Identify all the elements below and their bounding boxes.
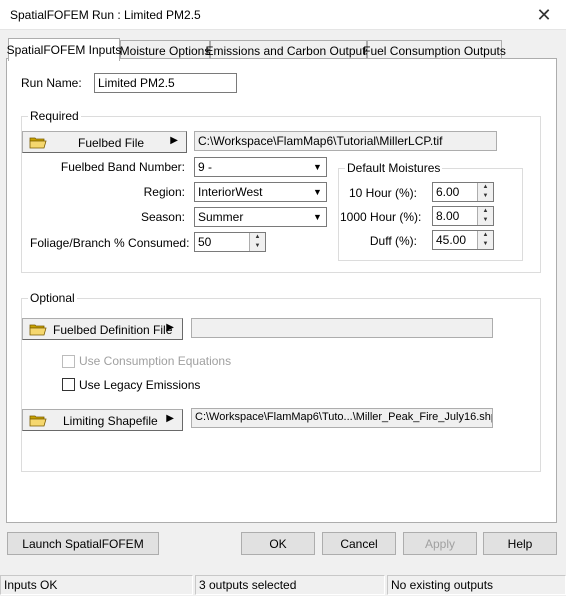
run-name-input[interactable]: Limited PM2.5 (94, 73, 237, 93)
tab-spatialfofem-inputs[interactable]: SpatialFOFEM Inputs (7, 38, 121, 61)
default-moistures-legend: Default Moistures (345, 161, 443, 175)
band-number-select[interactable]: 9 - ▼ (194, 157, 327, 177)
ok-button[interactable]: OK (241, 532, 315, 555)
fuelbed-definition-button[interactable]: Fuelbed Definition File ▶ (22, 318, 183, 340)
use-legacy-label: Use Legacy Emissions (79, 378, 201, 392)
chevron-down-icon: ▼ (313, 162, 322, 172)
thousand-hour-label: 1000 Hour (%): (340, 210, 422, 224)
season-select[interactable]: Summer ▼ (194, 207, 327, 227)
fuelbed-definition-label: Fuelbed Definition File (53, 323, 173, 337)
region-value: InteriorWest (198, 185, 263, 199)
apply-button[interactable]: Apply (403, 532, 477, 555)
status-existing-outputs: No existing outputs (387, 575, 566, 595)
ten-hour-value: 6.00 (436, 185, 460, 199)
fuelbed-file-button[interactable]: Fuelbed File ▶ (22, 131, 187, 153)
band-number-label: Fuelbed Band Number: (60, 160, 185, 174)
foliage-spinner[interactable]: 50 ▲ ▼ (194, 232, 266, 252)
region-select[interactable]: InteriorWest ▼ (194, 182, 327, 202)
use-legacy-checkbox[interactable] (62, 378, 75, 391)
folder-open-icon (29, 415, 47, 427)
use-consumption-checkbox[interactable] (62, 355, 75, 368)
ten-hour-label: 10 Hour (%): (348, 186, 417, 200)
status-inputs: Inputs OK (0, 575, 193, 595)
window-title: SpatialFOFEM Run : Limited PM2.5 (10, 8, 201, 22)
band-number-value: 9 - (198, 160, 213, 174)
limiting-shapefile-button[interactable]: Limiting Shapefile ▶ (22, 409, 183, 431)
duff-spinner[interactable]: 45.00 ▲ ▼ (432, 230, 494, 250)
season-label: Season: (140, 210, 185, 224)
spin-arrows-icon[interactable]: ▲ ▼ (477, 231, 493, 249)
spin-arrows-icon[interactable]: ▲ ▼ (477, 207, 493, 225)
foliage-label: Foliage/Branch % Consumed: (30, 236, 190, 250)
close-icon[interactable]: ✕ (522, 0, 566, 30)
duff-label: Duff (%): (369, 234, 417, 248)
season-value: Summer (198, 210, 244, 224)
tab-fuel-consumption-outputs[interactable]: Fuel Consumption Outputs (363, 40, 506, 60)
spin-arrows-icon[interactable]: ▲ ▼ (477, 183, 493, 201)
triangle-right-icon: ▶ (166, 322, 174, 333)
thousand-hour-spinner[interactable]: 8.00 ▲ ▼ (432, 206, 494, 226)
foliage-value: 50 (198, 235, 212, 249)
launch-spatialfofem-button[interactable]: Launch SpatialFOFEM (7, 532, 159, 555)
region-label: Region: (143, 185, 185, 199)
chevron-down-icon: ▼ (313, 212, 322, 222)
use-consumption-label: Use Consumption Equations (79, 354, 232, 368)
thousand-hour-value: 8.00 (436, 209, 460, 223)
status-outputs-selected: 3 outputs selected (195, 575, 385, 595)
tab-emissions-carbon-outputs[interactable]: Emissions and Carbon Outputs (205, 40, 372, 60)
spin-arrows-icon[interactable]: ▲ ▼ (249, 233, 265, 251)
triangle-right-icon: ▶ (170, 135, 178, 146)
optional-legend: Optional (28, 291, 77, 305)
limiting-shapefile-path: C:\Workspace\FlamMap6\Tuto...\Miller_Pea… (191, 408, 493, 428)
duff-value: 45.00 (436, 233, 467, 247)
triangle-right-icon: ▶ (166, 413, 174, 424)
folder-open-icon (29, 137, 47, 149)
run-name-label: Run Name: (21, 76, 82, 90)
folder-open-icon (29, 324, 47, 336)
fuelbed-file-label: Fuelbed File (78, 136, 145, 150)
title-bar: SpatialFOFEM Run : Limited PM2.5 ✕ (0, 0, 566, 30)
fuelbed-file-path: C:\Workspace\FlamMap6\Tutorial\MillerLCP… (194, 131, 497, 151)
chevron-down-icon: ▼ (313, 187, 322, 197)
limiting-shapefile-label: Limiting Shapefile (63, 414, 158, 428)
fuelbed-definition-path (191, 318, 493, 338)
tab-moisture-options[interactable]: Moisture Options (120, 40, 210, 60)
required-legend: Required (28, 109, 81, 123)
help-button[interactable]: Help (483, 532, 557, 555)
ten-hour-spinner[interactable]: 6.00 ▲ ▼ (432, 182, 494, 202)
cancel-button[interactable]: Cancel (322, 532, 396, 555)
